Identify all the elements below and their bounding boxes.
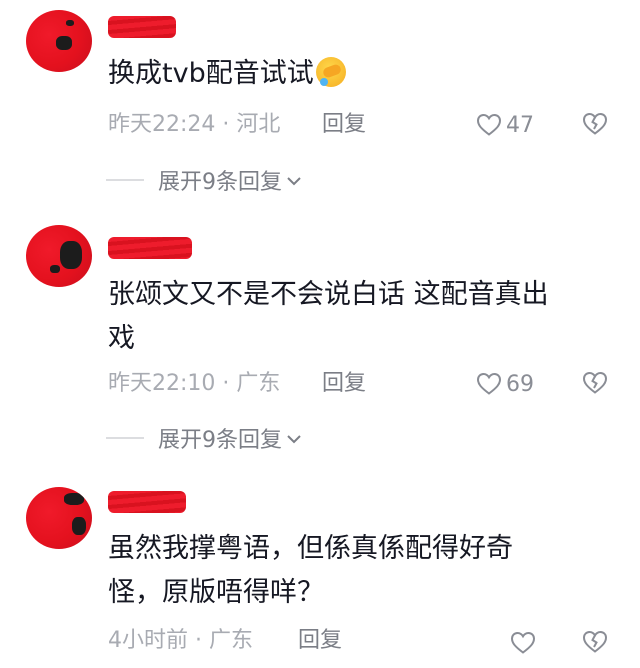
comment-time: 昨天22:24 [108, 112, 216, 137]
comment-location: 河北 [236, 112, 281, 137]
comment-item: 张颂文又不是不会说白话 这配音真出 戏 昨天22:10 · 广东 回复 69 展… [0, 215, 640, 475]
username-redacted[interactable] [108, 16, 176, 38]
comment-text: 虽然我撑粤语，但係真係配得好奇 怪，原版唔得咩？ [108, 527, 608, 615]
comment-text-content: 换成tvb配音试试 [108, 58, 314, 89]
reply-button[interactable]: 回复 [322, 110, 366, 140]
comment-meta: 昨天22:10 · 广东 [108, 369, 280, 399]
comment-text-line: 怪，原版唔得咩？ [108, 577, 324, 608]
expand-replies-button[interactable]: 展开9条回复 [106, 423, 302, 453]
expand-replies-label: 展开9条回复 [158, 428, 282, 453]
comment-text: 张颂文又不是不会说白话 这配音真出 戏 [108, 273, 608, 361]
chevron-down-icon [286, 168, 302, 193]
like-button[interactable]: 47 [476, 110, 534, 140]
comment-location: 广东 [236, 371, 281, 396]
comment-time: 4小时前 [108, 628, 188, 653]
broken-heart-icon [582, 630, 608, 653]
like-button[interactable] [510, 628, 540, 658]
comment-time: 昨天22:10 [108, 371, 216, 396]
comment-meta: 4小时前 · 广东 [108, 626, 253, 656]
comment-meta: 昨天22:24 · 河北 [108, 110, 280, 140]
username-redacted[interactable] [108, 237, 192, 259]
laughing-face-emoji-icon [315, 57, 346, 87]
avatar[interactable] [26, 225, 92, 287]
dislike-button[interactable] [582, 112, 608, 138]
comment-text: 换成tvb配音试试 [108, 52, 608, 96]
avatar[interactable] [26, 487, 92, 549]
heart-icon [510, 631, 536, 655]
chevron-down-icon [286, 426, 302, 451]
meta-separator: · [222, 371, 230, 396]
comment-text-line: 张颂文又不是不会说白话 这配音真出 [108, 279, 549, 310]
like-button[interactable]: 69 [476, 369, 534, 399]
dislike-button[interactable] [582, 371, 608, 397]
like-count: 47 [506, 112, 534, 138]
heart-icon [476, 372, 502, 396]
reply-button[interactable]: 回复 [298, 626, 342, 656]
comment-item: 虽然我撑粤语，但係真係配得好奇 怪，原版唔得咩？ 4小时前 · 广东 回复 [0, 475, 640, 668]
username-redacted[interactable] [108, 491, 186, 513]
expand-replies-label: 展开9条回复 [158, 170, 282, 195]
dislike-button[interactable] [582, 630, 608, 656]
comment-location: 广东 [209, 628, 254, 653]
divider-line [106, 437, 144, 439]
broken-heart-icon [582, 112, 608, 135]
comment-item: 换成tvb配音试试 昨天22:24 · 河北 回复 47 展开9条回复 [0, 0, 640, 215]
reply-button[interactable]: 回复 [322, 369, 366, 399]
meta-separator: · [222, 112, 230, 137]
expand-replies-button[interactable]: 展开9条回复 [106, 165, 302, 195]
broken-heart-icon [582, 371, 608, 394]
divider-line [106, 179, 144, 181]
avatar[interactable] [26, 10, 92, 72]
meta-separator: · [195, 628, 202, 653]
like-count: 69 [506, 371, 534, 397]
heart-icon [476, 113, 502, 137]
comment-list: 换成tvb配音试试 昨天22:24 · 河北 回复 47 展开9条回复 张颂文又… [0, 0, 640, 668]
comment-text-line: 虽然我撑粤语，但係真係配得好奇 [108, 533, 513, 564]
comment-text-line: 戏 [108, 323, 135, 354]
